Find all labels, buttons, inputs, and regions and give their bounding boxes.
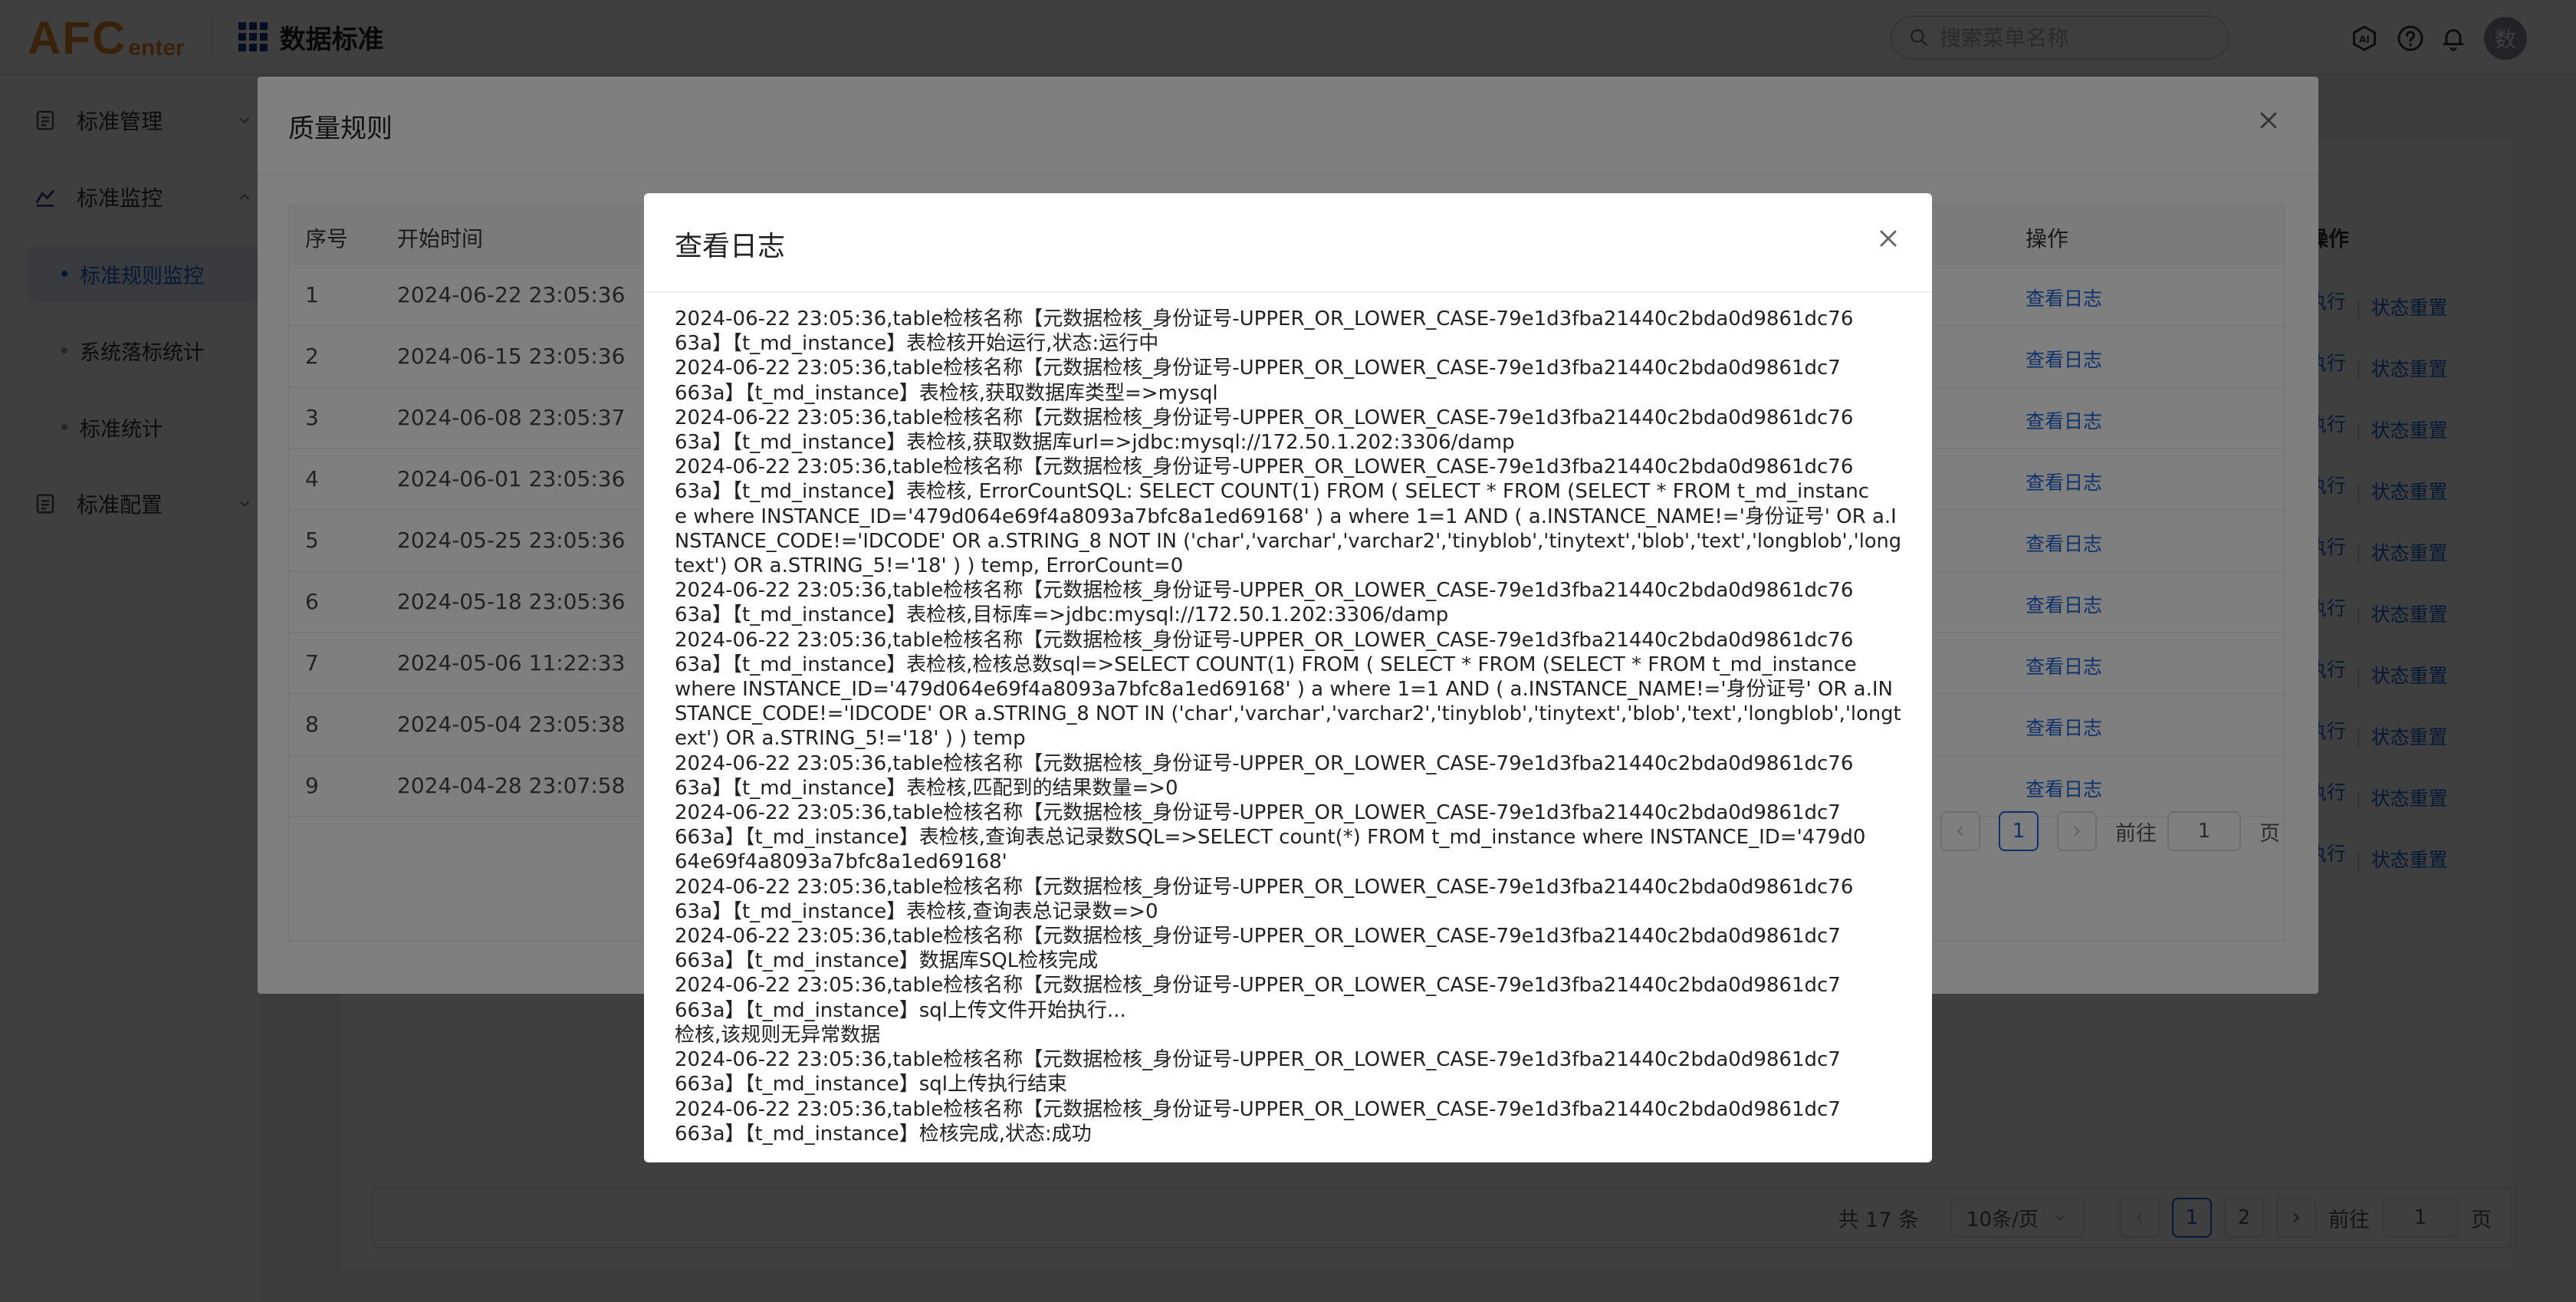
log-line: STANCE_CODE!='IDCODE' OR a.STRING_8 NOT … bbox=[675, 702, 1901, 726]
log-line: 2024-06-22 23:05:36,table检核名称【元数据检核_身份证号… bbox=[675, 974, 1841, 998]
log-line: 2024-06-22 23:05:36,table检核名称【元数据检核_身份证号… bbox=[675, 751, 1854, 775]
log-line: 663a】【t_md_instance】sql上传文件开始执行... bbox=[675, 998, 1126, 1022]
log-line: where INSTANCE_ID='479d064e69f4a8093a7bf… bbox=[675, 678, 1893, 702]
log-line: 63a】【t_md_instance】表检核开始运行,状态:运行中 bbox=[675, 332, 1159, 356]
log-line: 63a】【t_md_instance】表检核,目标库=>jdbc:mysql:/… bbox=[675, 603, 1449, 627]
close-icon[interactable] bbox=[1875, 225, 1901, 252]
log-content[interactable]: 2024-06-22 23:05:36,table检核名称【元数据检核_身份证号… bbox=[675, 307, 1901, 1150]
log-line: 663a】【t_md_instance】表检核,获取数据库类型=>mysql bbox=[675, 381, 1218, 405]
log-line: 2024-06-22 23:05:36,table检核名称【元数据检核_身份证号… bbox=[675, 579, 1854, 603]
log-line: 63a】【t_md_instance】表检核,查询表总记录数=>0 bbox=[675, 899, 1158, 923]
divider bbox=[644, 291, 1932, 293]
log-line: NSTANCE_CODE!='IDCODE' OR a.STRING_8 NOT… bbox=[675, 529, 1901, 553]
log-line: 检核,该规则无异常数据 bbox=[675, 1023, 881, 1047]
log-line: 63a】【t_md_instance】表检核,匹配到的结果数量=>0 bbox=[675, 776, 1178, 800]
log-line: 2024-06-22 23:05:36,table检核名称【元数据检核_身份证号… bbox=[675, 801, 1841, 825]
log-line: ext') OR a.STRING_5!='18' ) ) temp bbox=[675, 727, 1026, 751]
log-line: 2024-06-22 23:05:36,table检核名称【元数据检核_身份证号… bbox=[675, 925, 1841, 949]
log-line: 663a】【t_md_instance】sql上传执行结束 bbox=[675, 1073, 1068, 1097]
log-line: 64e69f4a8093a7bfc8a1ed69168' bbox=[675, 850, 1007, 874]
log-line: 663a】【t_md_instance】检核完成,状态:成功 bbox=[675, 1122, 1092, 1146]
log-line: 63a】【t_md_instance】表检核,获取数据库url=>jdbc:my… bbox=[675, 431, 1515, 455]
log-line: 2024-06-22 23:05:36,table检核名称【元数据检核_身份证号… bbox=[675, 628, 1854, 652]
log-line: 63a】【t_md_instance】表检核, ErrorCountSQL: S… bbox=[675, 480, 1870, 504]
log-line: 663a】【t_md_instance】表检核,查询表总记录数SQL=>SELE… bbox=[675, 826, 1866, 850]
log-line: 2024-06-22 23:05:36,table检核名称【元数据检核_身份证号… bbox=[675, 455, 1854, 479]
view-log-dialog: 查看日志 2024-06-22 23:05:36,table检核名称【元数据检核… bbox=[644, 193, 1932, 1162]
log-line: 2024-06-22 23:05:36,table检核名称【元数据检核_身份证号… bbox=[675, 875, 1854, 899]
log-line: 2024-06-22 23:05:36,table检核名称【元数据检核_身份证号… bbox=[675, 1048, 1841, 1072]
log-line: 2024-06-22 23:05:36,table检核名称【元数据检核_身份证号… bbox=[675, 357, 1841, 380]
dialog-title: 查看日志 bbox=[675, 231, 786, 262]
log-line: 2024-06-22 23:05:36,table检核名称【元数据检核_身份证号… bbox=[675, 1097, 1841, 1121]
log-line: 663a】【t_md_instance】数据库SQL检核完成 bbox=[675, 949, 1099, 973]
log-line: text') OR a.STRING_5!='18' ) ) temp, Err… bbox=[675, 554, 1184, 578]
log-line: 63a】【t_md_instance】表检核,检核总数sql=>SELECT C… bbox=[675, 653, 1857, 676]
log-line: 2024-06-22 23:05:36,table检核名称【元数据检核_身份证号… bbox=[675, 307, 1854, 330]
log-line: e where INSTANCE_ID='479d064e69f4a8093a7… bbox=[675, 505, 1897, 528]
log-line: 2024-06-22 23:05:36,table检核名称【元数据检核_身份证号… bbox=[675, 406, 1854, 429]
